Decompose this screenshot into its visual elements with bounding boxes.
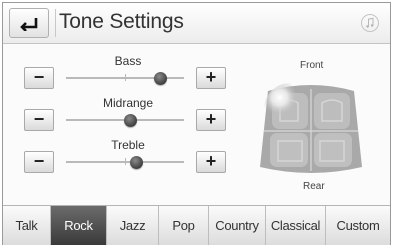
tab-rock[interactable]: Rock [51,206,107,245]
treble-increase-button[interactable]: + [196,151,226,173]
midrange-decrease-button[interactable]: − [24,109,54,131]
car-seats-balance-icon[interactable] [258,81,364,177]
midrange-slider-knob[interactable] [124,114,138,127]
treble-decrease-button[interactable]: − [24,151,54,173]
bass-label: Bass [114,54,142,68]
treble-center-tick [125,158,126,165]
tab-pop[interactable]: Pop [159,206,209,245]
tab-jazz[interactable]: Jazz [107,206,159,245]
bass-slider-knob[interactable] [153,72,167,85]
midrange-increase-button[interactable]: + [196,109,226,131]
rear-label: Rear [303,181,325,192]
bass-increase-button[interactable]: + [196,67,226,89]
tab-classical[interactable]: Classical [266,206,326,245]
equalizer-preset-tabs: Talk Rock Jazz Pop Country Classical Cus… [3,205,390,245]
treble-label: Treble [111,138,145,152]
screen-frame: Tone Settings Bass − + Midrange − + Treb… [2,2,391,245]
back-button[interactable] [9,8,49,38]
midrange-label: Midrange [102,96,154,110]
bass-decrease-button[interactable]: − [24,67,54,89]
tab-talk[interactable]: Talk [3,206,51,245]
tab-custom[interactable]: Custom [326,206,390,245]
treble-slider-knob[interactable] [130,156,144,169]
bass-center-tick [125,74,126,81]
music-note-icon[interactable] [360,13,380,33]
tab-country[interactable]: Country [209,206,266,245]
header-bar: Tone Settings [3,3,390,44]
front-label: Front [300,60,324,71]
back-arrow-icon [20,18,38,31]
title-separator [55,9,56,37]
page-title: Tone Settings [59,10,184,33]
